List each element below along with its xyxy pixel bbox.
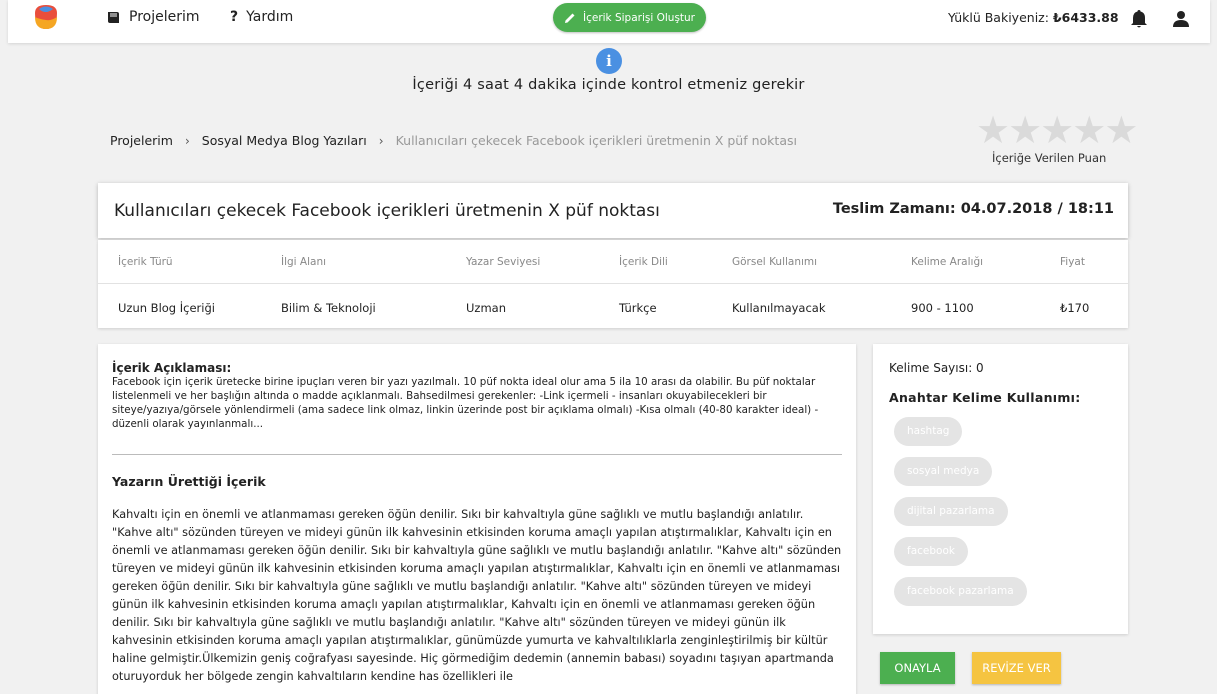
book-icon [108, 11, 119, 23]
table-header-cell: Görsel Kullanımı [732, 256, 818, 268]
description-title: İçerik Açıklaması: [112, 361, 232, 375]
keyword-panel: Kelime Sayısı: 0 Anahtar Kelime Kullanım… [873, 344, 1128, 634]
app-logo-icon[interactable] [33, 3, 59, 31]
table-header-cell: Fiyat [1060, 256, 1085, 268]
question-icon: ? [230, 9, 239, 25]
star-icon[interactable]: ★ [1040, 108, 1074, 152]
create-order-label: İçerik Siparişi Oluştur [582, 11, 696, 24]
table-cell: 900 - 1100 [911, 301, 974, 315]
content-panel[interactable]: İçerik Açıklaması: Facebook için içerik … [98, 344, 856, 694]
content-title: Kullanıcıları çekecek Facebook içerikler… [114, 201, 660, 221]
table-cell: Türkçe [619, 301, 657, 315]
bell-icon[interactable] [1130, 9, 1148, 29]
table-header-cell: İçerik Türü [118, 256, 173, 268]
star-icon[interactable]: ★ [1072, 108, 1106, 152]
balance-amount: ₺6433.88 [1052, 10, 1119, 25]
table-row: Uzun Blog İçeriği Bilim & Teknoloji Uzma… [98, 285, 1128, 329]
delivery-time: Teslim Zamanı: 04.07.2018 / 18:11 [832, 201, 1114, 217]
keyword-list: hashtag sosyal medya dijital pazarlama f… [894, 417, 1114, 617]
breadcrumb-projects[interactable]: Projelerim [110, 133, 173, 148]
create-order-button[interactable]: İçerik Siparişi Oluştur [553, 3, 706, 32]
keyword-chip: hashtag [894, 417, 963, 446]
table-cell: Uzman [466, 301, 506, 315]
table-cell: Uzun Blog İçeriği [118, 301, 215, 315]
divider [112, 454, 842, 455]
keyword-usage-title: Anahtar Kelime Kullanımı: [889, 390, 1081, 405]
nav-help[interactable]: ? Yardım [230, 9, 293, 25]
alert-message: İçeriği 4 saat 4 dakika içinde kontrol e… [412, 77, 805, 93]
content-info-table: İçerik Türü İlgi Alanı Yazar Seviyesi İç… [98, 240, 1128, 328]
keyword-chip: facebook pazarlama [894, 577, 1027, 606]
keyword-chip: dijital pazarlama [894, 497, 1008, 526]
revise-button[interactable]: REVİZE VER [972, 652, 1061, 684]
table-header-cell: Kelime Aralığı [911, 256, 984, 268]
approve-button[interactable]: ONAYLA [880, 652, 955, 684]
balance-display: Yüklü Bakiyeniz: ₺6433.88 [948, 10, 1119, 25]
table-header-cell: İlgi Alanı [281, 256, 327, 268]
balance-label: Yüklü Bakiyeniz: [948, 10, 1049, 25]
breadcrumb-separator: › [184, 133, 190, 148]
table-cell: Kullanılmayacak [732, 301, 826, 315]
breadcrumb-project[interactable]: Sosyal Medya Blog Yazıları [202, 133, 367, 148]
written-content-text: Kahvaltı için en önemli ve atlanmaması g… [112, 508, 842, 683]
user-icon[interactable] [1171, 9, 1191, 29]
keyword-chip: facebook [894, 537, 968, 566]
content-title-card: Kullanıcıları çekecek Facebook içerikler… [98, 183, 1128, 238]
rating-label: İçeriğe Verilen Puan [992, 151, 1107, 165]
star-icon[interactable]: ★ [1008, 108, 1042, 152]
description-text: Facebook için içerik üretecke birine ipu… [112, 376, 819, 430]
table-header-cell: İçerik Dili [619, 256, 668, 268]
written-content-title: Yazarın Ürettiği İçerik [112, 474, 266, 489]
nav-projects[interactable]: Projelerim [106, 9, 200, 25]
top-bar: Projelerim ? Yardım İçerik Siparişi Oluş… [8, 0, 1210, 43]
nav-help-label: Yardım [246, 9, 294, 25]
breadcrumb-separator: › [378, 133, 384, 148]
star-icon[interactable]: ★ [976, 108, 1010, 152]
rating-stars[interactable]: ★★★★★ [976, 108, 1138, 152]
keyword-chip: sosyal medya [894, 457, 993, 486]
table-cell: ₺170 [1060, 301, 1090, 315]
table-header-cell: Yazar Seviyesi [466, 256, 541, 268]
breadcrumb: Projelerim › Sosyal Medya Blog Yazıları … [110, 133, 797, 148]
star-icon[interactable]: ★ [1104, 108, 1138, 152]
breadcrumb-current: Kullanıcıları çekecek Facebook içerikler… [395, 133, 797, 148]
table-header-row: İçerik Türü İlgi Alanı Yazar Seviyesi İç… [98, 240, 1128, 284]
pencil-icon [564, 13, 575, 23]
table-cell: Bilim & Teknoloji [281, 301, 376, 315]
word-count: Kelime Sayısı: 0 [889, 361, 984, 375]
nav-projects-label: Projelerim [129, 9, 200, 25]
info-icon: i [596, 48, 622, 74]
